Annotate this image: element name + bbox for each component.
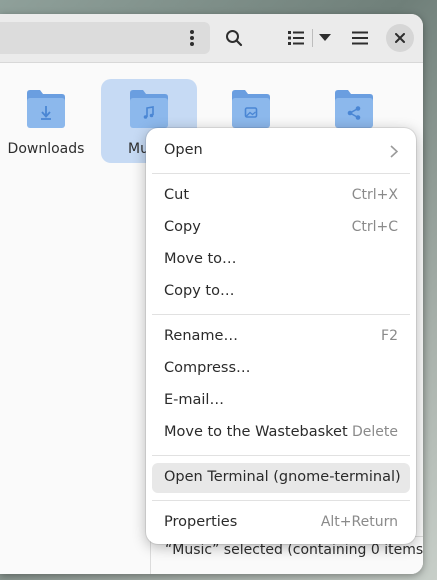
menu-item-copy[interactable]: Copy Ctrl+C xyxy=(152,213,410,243)
menu-item-label: Copy xyxy=(164,219,201,235)
shortcut-label: Alt+Return xyxy=(320,514,398,530)
shortcut-label: Ctrl+C xyxy=(351,219,398,235)
menu-item-label: E-mail… xyxy=(164,392,224,408)
menu-item-compress[interactable]: Compress… xyxy=(152,354,410,384)
shortcut-label: Delete xyxy=(352,424,398,440)
menu-item-label: Open xyxy=(164,142,203,158)
header-bar xyxy=(0,14,423,63)
status-text: “Music” selected (containing 0 items) xyxy=(165,542,423,558)
menu-item-properties[interactable]: Properties Alt+Return xyxy=(152,508,410,538)
shortcut-label: Ctrl+X xyxy=(351,187,398,203)
folder-downloads[interactable]: Downloads xyxy=(0,79,94,163)
menu-item-label: Cut xyxy=(164,187,189,203)
search-icon xyxy=(226,30,243,47)
menu-item-move-to-wastebasket[interactable]: Move to the Wastebasket Delete xyxy=(152,418,410,448)
menu-separator xyxy=(152,314,410,315)
chevron-right-icon xyxy=(390,145,398,158)
search-button[interactable] xyxy=(218,22,250,54)
close-icon xyxy=(395,33,405,43)
menu-item-label: Open Terminal (gnome-terminal) xyxy=(164,469,401,485)
folder-label: Downloads xyxy=(7,141,85,157)
view-options-button[interactable] xyxy=(314,22,336,54)
list-view-icon xyxy=(288,31,304,45)
main-menu-button[interactable] xyxy=(344,22,376,54)
context-menu: Open Cut Ctrl+X Copy Ctrl+C Move to… Cop… xyxy=(146,128,416,544)
menu-item-label: Properties xyxy=(164,514,238,530)
menu-separator xyxy=(152,455,410,456)
public-share-folder-icon xyxy=(335,90,373,128)
menu-item-label: Rename… xyxy=(164,328,238,344)
view-toggle-group xyxy=(282,22,338,54)
menu-item-open-terminal[interactable]: Open Terminal (gnome-terminal) xyxy=(152,463,410,493)
hamburger-menu-icon xyxy=(352,31,368,45)
menu-item-rename[interactable]: Rename… F2 xyxy=(152,322,410,352)
menu-item-move-to[interactable]: Move to… xyxy=(152,245,410,275)
menu-item-cut[interactable]: Cut Ctrl+X xyxy=(152,181,410,211)
menu-item-label: Copy to… xyxy=(164,283,235,299)
menu-item-label: Move to the Wastebasket xyxy=(164,424,348,440)
menu-item-email[interactable]: E-mail… xyxy=(152,386,410,416)
menu-item-label: Move to… xyxy=(164,251,237,267)
path-bar[interactable] xyxy=(0,22,210,54)
menu-item-open[interactable]: Open xyxy=(152,136,410,166)
menu-item-copy-to[interactable]: Copy to… xyxy=(152,277,410,307)
menu-separator xyxy=(152,173,410,174)
chevron-down-icon xyxy=(319,34,331,41)
list-view-button[interactable] xyxy=(282,22,310,54)
close-button[interactable] xyxy=(386,24,414,52)
menu-separator xyxy=(152,500,410,501)
pictures-folder-icon xyxy=(232,90,270,128)
download-folder-icon xyxy=(27,90,65,128)
path-options-button[interactable] xyxy=(182,28,202,48)
view-separator xyxy=(312,29,313,47)
menu-item-label: Compress… xyxy=(164,360,251,376)
music-folder-icon xyxy=(130,90,168,128)
shortcut-label: F2 xyxy=(381,328,398,344)
